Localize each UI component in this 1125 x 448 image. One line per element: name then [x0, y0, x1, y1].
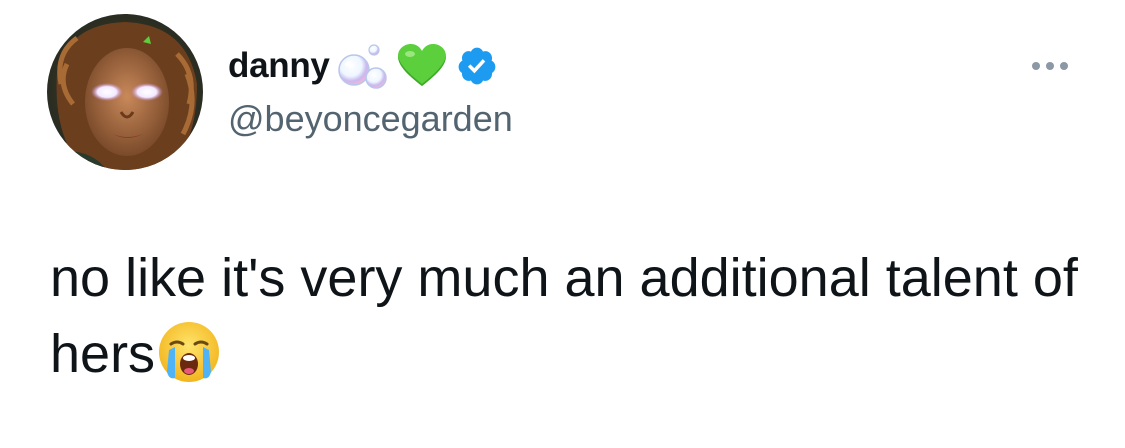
green-heart-emoji	[397, 44, 446, 86]
display-name[interactable]: danny	[228, 46, 330, 86]
loudly-crying-face-emoji	[159, 322, 220, 382]
tweet-text: no like it's very much an additional tal…	[50, 240, 1090, 392]
verified-badge-icon[interactable]	[456, 45, 498, 87]
more-options-icon[interactable]	[1020, 48, 1080, 84]
handle[interactable]: @beyoncegarden	[228, 98, 513, 140]
tweet: danny @beyoncegarden no like it's very m…	[0, 0, 1125, 448]
avatar[interactable]	[47, 14, 203, 170]
author-name-row: danny	[228, 40, 498, 92]
bubbles-emoji	[337, 44, 387, 89]
